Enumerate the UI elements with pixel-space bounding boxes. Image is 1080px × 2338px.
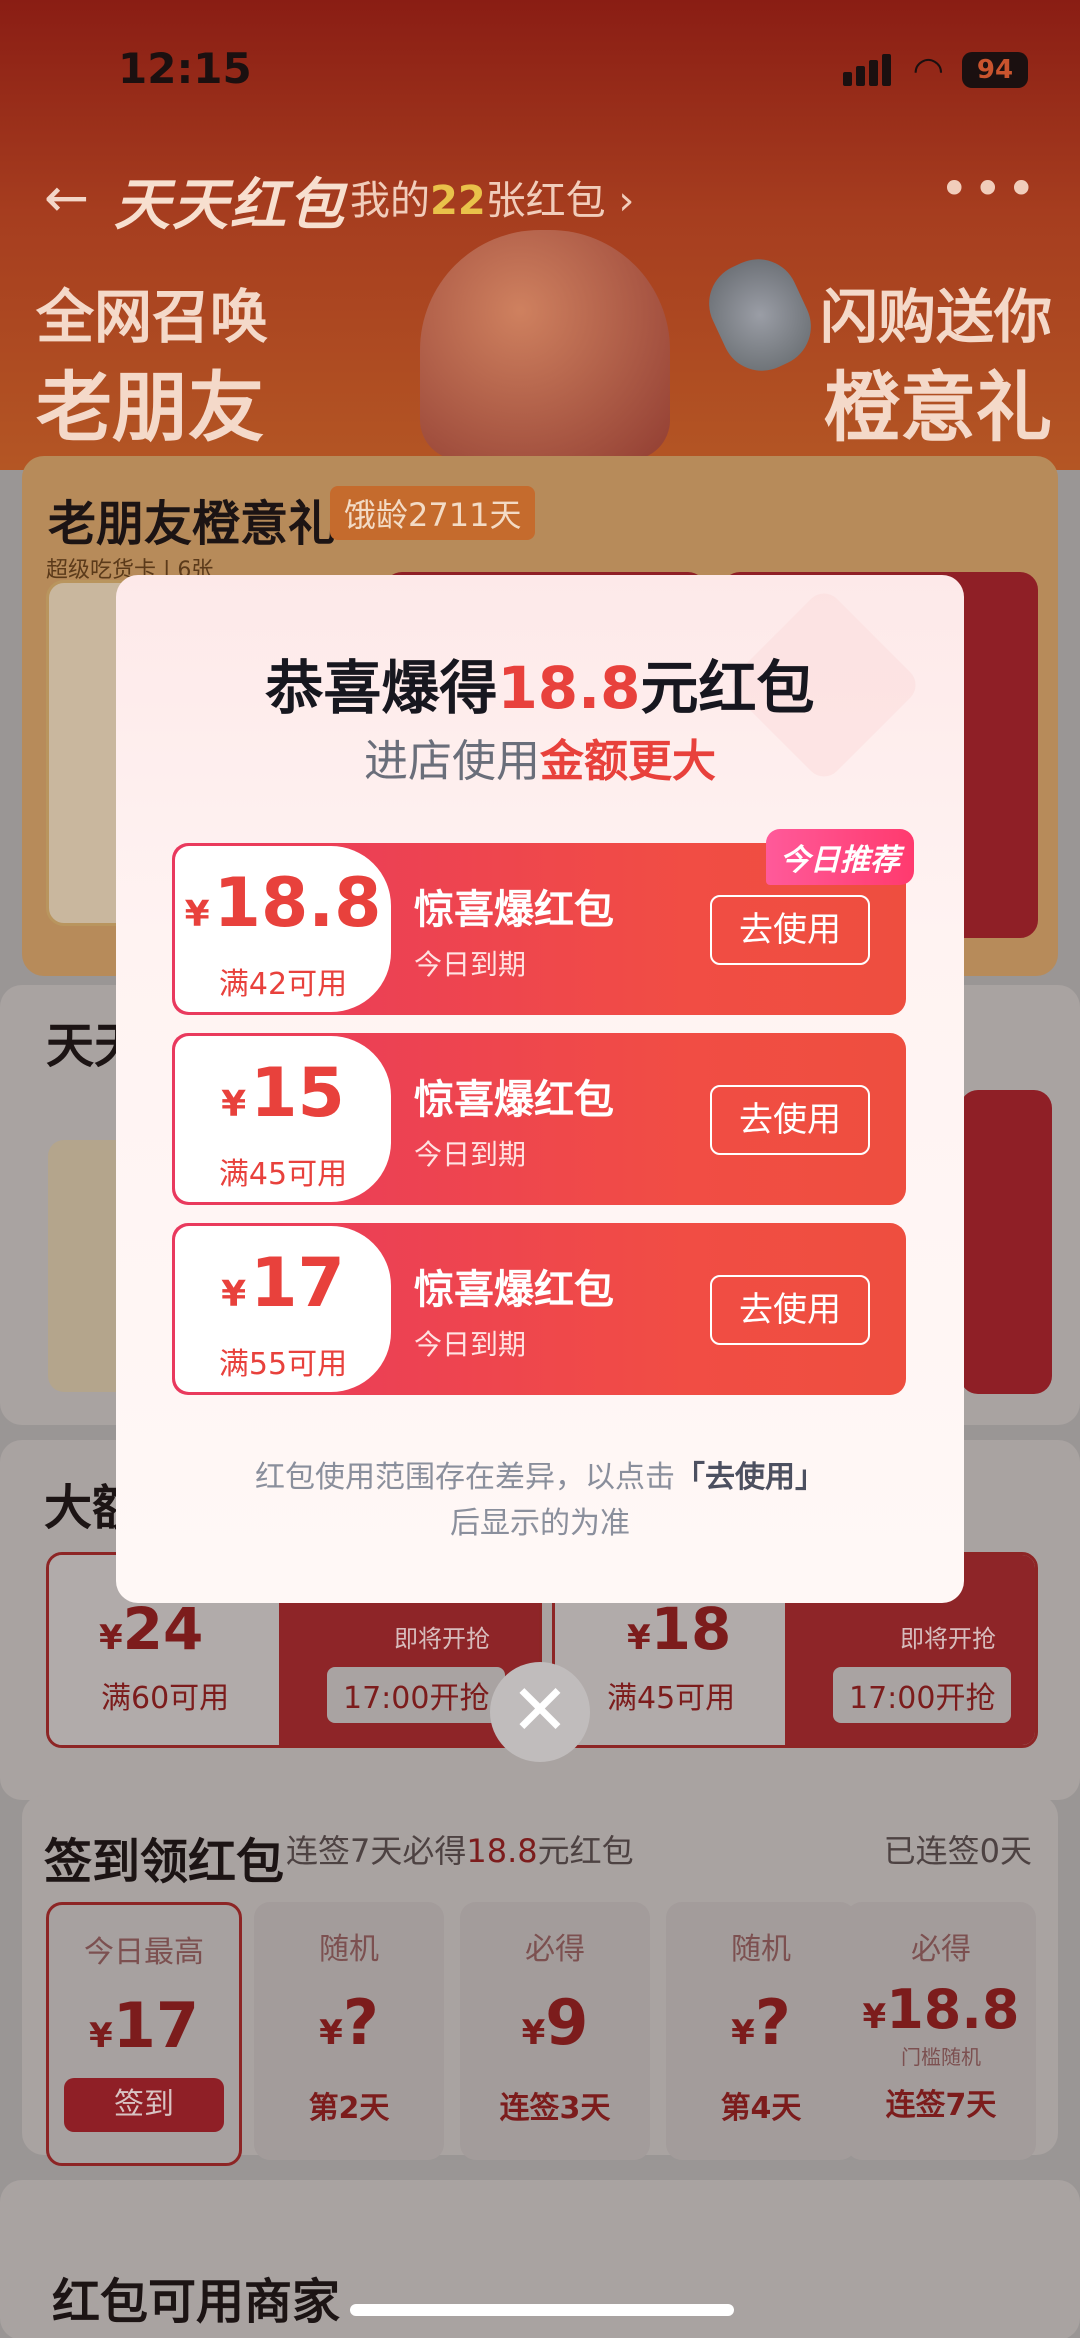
modal-sub-prefix: 进店使用 <box>364 736 540 787</box>
use-button[interactable]: 去使用 <box>710 1085 870 1155</box>
coupon-card[interactable]: ¥18.8 满42可用 惊喜爆红包 今日到期 去使用 今日推荐 <box>172 829 914 1015</box>
back-arrow-icon[interactable]: ← <box>44 166 89 229</box>
day-top: 今日最高 <box>84 1935 204 1970</box>
coupon-soon: 即将开抢 <box>394 1625 490 1653</box>
coupon-expiry: 今日到期 <box>414 1328 527 1361</box>
signin-sub-prefix: 连签7天必得 <box>286 1832 467 1870</box>
day-top: 必得 <box>525 1932 585 1967</box>
signin-button[interactable]: 签到 <box>64 2078 224 2132</box>
coupon-expiry: 今日到期 <box>414 1138 527 1171</box>
signin-title: 签到领红包 <box>44 1834 285 1890</box>
use-button[interactable]: 去使用 <box>710 895 870 965</box>
modal-note: 红包使用范围存在差异，以点击「去使用」 后显示的为准 <box>116 1455 964 1547</box>
banner-right-line2: 橙意礼 <box>824 363 1052 452</box>
coupon-amount: 18.8 <box>213 864 382 943</box>
currency-symbol: ¥ <box>99 1618 123 1658</box>
note-line1: 红包使用范围存在差异，以点击 <box>255 1460 675 1495</box>
grab-button[interactable]: 17:00开抢 <box>833 1667 1012 1723</box>
banner-left-line1: 全网召唤 <box>36 283 269 351</box>
coupon-card[interactable]: ¥17 满55可用 惊喜爆红包 今日到期 去使用 <box>172 1223 906 1395</box>
signin-day-7: 必得 ¥18.8 门槛随机 连签7天 <box>846 1902 1036 2160</box>
currency-symbol: ¥ <box>221 1084 247 1125</box>
banner-left-line2: 老朋友 <box>36 363 264 452</box>
coupon-expiry: 今日到期 <box>414 948 527 981</box>
modal-title-suffix: 元红包 <box>640 654 815 722</box>
day-label: 第2天 <box>308 2091 390 2126</box>
signin-streak: 已连签0天 <box>883 1832 1032 1870</box>
currency-symbol: ¥ <box>627 1618 651 1658</box>
home-indicator[interactable] <box>350 2304 734 2316</box>
close-icon[interactable]: ✕ <box>490 1662 590 1762</box>
coupon-card[interactable]: ¥15 满45可用 惊喜爆红包 今日到期 去使用 <box>172 1033 906 1205</box>
old-friend-title: 老朋友橙意礼 <box>48 496 337 552</box>
coupon-condition: 满55可用 <box>218 1347 348 1382</box>
day-amount: 17 <box>112 1989 199 2062</box>
modal-title-amount: 18.8 <box>497 654 641 722</box>
day-top: 随机 <box>731 1932 791 1967</box>
coupon-soon: 即将开抢 <box>900 1625 996 1653</box>
coupon-amount: 15 <box>250 1054 345 1133</box>
day-label: 连签7天 <box>885 2088 997 2123</box>
wifi-icon: ◠ <box>912 49 944 91</box>
signin-day-2: 随机 ¥? 第2天 <box>254 1902 444 2160</box>
redpacket-modal: 恭喜爆得18.8元红包 进店使用金额更大 ¥18.8 满42可用 惊喜爆红包 今… <box>116 575 964 1603</box>
battery-icon: 94 <box>962 52 1028 88</box>
coupon-value-block: ¥15 满45可用 <box>175 1036 391 1202</box>
my-redpacket-prefix: 我的 <box>350 178 430 224</box>
coupon-condition: 满45可用 <box>607 1681 736 1716</box>
status-icons: ◠ 94 <box>842 49 1028 91</box>
coupon-value-block: ¥17 满55可用 <box>175 1226 391 1392</box>
day-amount: 9 <box>545 1986 589 2059</box>
grab-button[interactable]: 17:00开抢 <box>327 1667 506 1723</box>
heart-illustration <box>420 230 670 460</box>
page: 12:15 ◠ 94 ← 天天红包 我的22张红包 › ••• 全网召唤 老朋友… <box>0 0 1080 2338</box>
modal-title-prefix: 恭喜爆得 <box>265 654 498 722</box>
heart-illustration-small <box>695 246 825 384</box>
my-redpacket-link[interactable]: 我的22张红包 › <box>350 168 634 226</box>
day-label: 第4天 <box>720 2091 802 2126</box>
age-tag: 饿龄2711天 <box>330 486 536 540</box>
signin-day-4: 随机 ¥? 第4天 <box>666 1902 856 2160</box>
coupon-name: 惊喜爆红包 <box>414 1077 614 1123</box>
modal-sub-highlight: 金额更大 <box>540 736 716 787</box>
signin-day-1[interactable]: 今日最高 ¥17 签到 <box>46 1902 242 2166</box>
more-icon[interactable]: ••• <box>940 160 1040 218</box>
coupon-amount: 18 <box>650 1595 732 1663</box>
signin-sub-amount: 18.8 <box>466 1832 538 1870</box>
day-amount: ? <box>342 1986 379 2059</box>
coupon-name: 惊喜爆红包 <box>414 1267 614 1313</box>
signal-icon <box>842 54 895 86</box>
note-line2: 后显示的为准 <box>450 1506 630 1541</box>
modal-subtitle: 进店使用金额更大 <box>116 725 964 789</box>
status-time: 12:15 <box>118 44 252 93</box>
daily-card[interactable] <box>960 1090 1052 1394</box>
page-title: 天天红包 <box>114 173 346 238</box>
day-amount: 18.8 <box>886 1978 1020 2041</box>
signin-day-3: 必得 ¥9 连签3天 <box>460 1902 650 2160</box>
currency-symbol: ¥ <box>184 894 210 935</box>
banner-right-line1: 闪购送你 <box>819 283 1052 351</box>
note-highlight: 「去使用」 <box>675 1460 825 1495</box>
coupon-condition: 满42可用 <box>218 967 348 1002</box>
coupon-amount: 24 <box>122 1595 204 1663</box>
coupon-condition: 满45可用 <box>218 1157 348 1192</box>
day-top: 必得 <box>911 1932 971 1967</box>
use-button[interactable]: 去使用 <box>710 1275 870 1345</box>
day-top: 随机 <box>319 1932 379 1967</box>
my-redpacket-suffix: 张红包 › <box>485 178 635 224</box>
redpacket-count: 22 <box>430 178 486 224</box>
coupon-name: 惊喜爆红包 <box>414 887 614 933</box>
day-label: 连签3天 <box>499 2091 611 2126</box>
coupon-value-block: ¥18.8 满42可用 <box>175 846 391 1012</box>
currency-symbol: ¥ <box>221 1274 247 1315</box>
day-amount: ? <box>754 1986 791 2059</box>
coupon-amount: 17 <box>250 1244 345 1323</box>
day-note: 门槛随机 <box>901 2045 981 2069</box>
recommend-badge: 今日推荐 <box>766 829 914 885</box>
coupon-condition: 满60可用 <box>101 1681 230 1716</box>
modal-title: 恭喜爆得18.8元红包 <box>116 641 964 725</box>
merchants-title: 红包可用商家 <box>52 2274 341 2330</box>
signin-sub-suffix: 元红包 <box>537 1832 634 1870</box>
signin-subtitle: 连签7天必得18.8元红包 <box>286 1826 634 1872</box>
